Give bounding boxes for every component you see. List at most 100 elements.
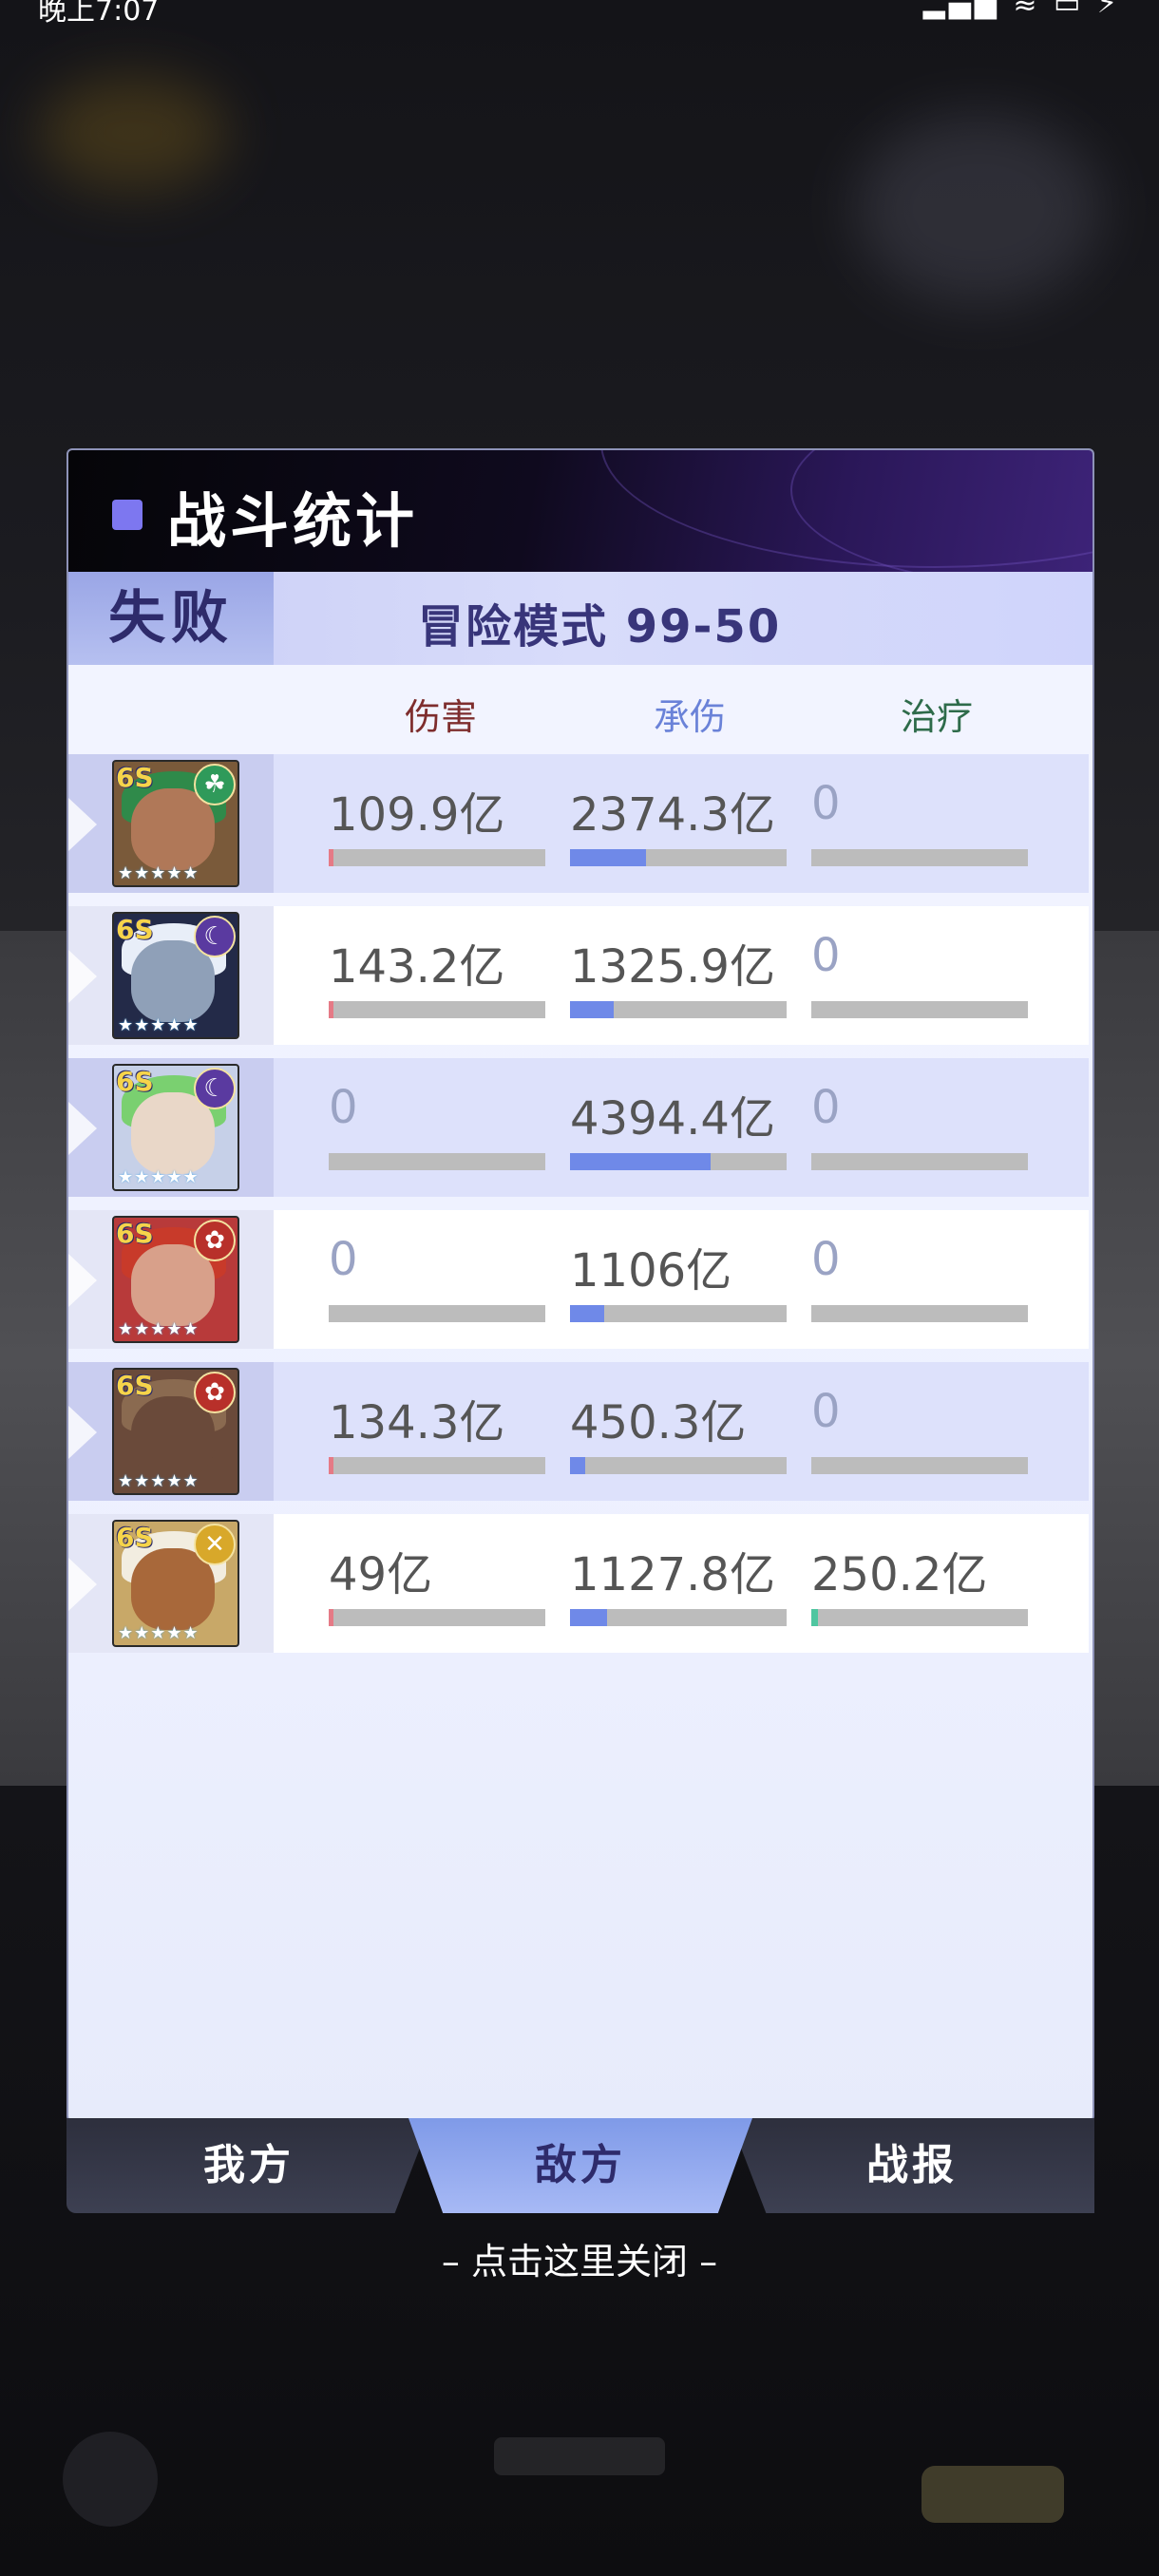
result-bar: 失败 冒险模式 99-50 [68, 572, 1092, 665]
row-arrow-icon [68, 950, 97, 1003]
stat-damage-value: 49亿 [329, 1548, 433, 1601]
hero-stat-row: 6S ☾ ★★★★★ 0 4394.4亿 0 [68, 1058, 1089, 1197]
stat-damage-taken-value: 450.3亿 [570, 1396, 747, 1449]
hero-portrait[interactable]: 6S ✕ ★★★★★ [112, 1520, 239, 1647]
row-arrow-icon [68, 1406, 97, 1459]
faction-dark-icon: ☾ [194, 1068, 236, 1109]
hero-stars: ★★★★★ [118, 863, 200, 883]
stat-damage-taken-bar [570, 1609, 787, 1626]
stat-damage-bar-fill [329, 1001, 333, 1018]
hero-stars: ★★★★★ [118, 1015, 200, 1035]
stat-healing-bar [811, 1305, 1028, 1322]
stat-damage-taken-bar-fill [570, 1609, 607, 1626]
stat-healing-bar [811, 1153, 1028, 1170]
hero-stars: ★★★★★ [118, 1319, 200, 1339]
hero-portrait[interactable]: 6S ☾ ★★★★★ [112, 1064, 239, 1191]
stat-healing-value: 0 [811, 929, 841, 982]
background-glow [855, 114, 1102, 304]
hero-rank: 6S [116, 1066, 154, 1097]
stat-healing-bar [811, 1457, 1028, 1474]
stat-damage-bar [329, 1001, 545, 1018]
panel-header: 战斗统计 [68, 450, 1092, 587]
hero-rank: 6S [116, 1522, 154, 1553]
bottom-tabs: 我方 战报 敌方 [66, 2118, 1094, 2213]
hero-rank: 6S [116, 914, 154, 945]
stage-label: 冒险模式 99-50 [418, 600, 782, 653]
stat-damage-value: 143.2亿 [329, 940, 505, 994]
stat-healing-value: 0 [811, 1233, 841, 1286]
row-arrow-icon [68, 1558, 97, 1611]
stat-damage-bar-fill [329, 849, 333, 866]
hero-stars: ★★★★★ [118, 1167, 200, 1187]
hero-rank: 6S [116, 1218, 154, 1249]
stat-damage-taken-value: 1325.9亿 [570, 940, 775, 994]
faction-dark-icon: ☾ [194, 916, 236, 957]
stat-damage-taken-bar [570, 1305, 787, 1322]
status-icons: ▂▄▆ ≋ ▭ ⚡ [922, 0, 1121, 20]
stat-healing-value: 250.2亿 [811, 1548, 988, 1601]
header-square-icon [112, 500, 142, 530]
portrait-cell: 6S ✿ ★★★★★ [68, 1362, 274, 1501]
column-header-damage-taken: 承伤 [654, 696, 727, 738]
row-arrow-icon [68, 798, 97, 851]
portrait-cell: 6S ☘ ★★★★★ [68, 754, 274, 893]
stat-damage-taken-bar [570, 1153, 787, 1170]
stat-damage-taken-value: 1106亿 [570, 1244, 732, 1297]
hero-stat-row: 6S ✿ ★★★★★ 134.3亿 450.3亿 0 [68, 1362, 1089, 1501]
stat-damage-taken-bar-fill [570, 1457, 585, 1474]
stat-damage-value: 0 [329, 1081, 358, 1134]
stat-damage-bar-fill [329, 1457, 333, 1474]
stat-damage-bar [329, 1457, 545, 1474]
faction-fire-icon: ✿ [194, 1220, 236, 1261]
row-arrow-icon [68, 1254, 97, 1307]
hero-stat-row: 6S ☘ ★★★★★ 109.9亿 2374.3亿 0 [68, 754, 1089, 893]
hero-rank: 6S [116, 1370, 154, 1401]
result-badge: 失败 [68, 572, 274, 665]
tab-enemy-side[interactable]: 敌方 [408, 2118, 752, 2213]
stat-damage-bar-fill [329, 1609, 333, 1626]
faction-fire-icon: ✿ [194, 1372, 236, 1413]
portrait-cell: 6S ☾ ★★★★★ [68, 1058, 274, 1197]
hero-portrait[interactable]: 6S ✿ ★★★★★ [112, 1368, 239, 1495]
background-glow [38, 76, 228, 190]
stat-damage-bar [329, 1609, 545, 1626]
stat-damage-taken-value: 1127.8亿 [570, 1548, 775, 1601]
tab-our-side[interactable]: 我方 [66, 2118, 431, 2213]
stat-damage-taken-bar-fill [570, 849, 646, 866]
stat-damage-taken-bar-fill [570, 1305, 605, 1322]
stat-damage-taken-bar [570, 1457, 787, 1474]
stat-damage-taken-bar-fill [570, 1001, 614, 1018]
hero-stars: ★★★★★ [118, 1623, 200, 1643]
status-bar: 晚上7:07 ▂▄▆ ≋ ▭ ⚡ [0, 0, 1159, 28]
hero-stat-row: 6S ✕ ★★★★★ 49亿 1127.8亿 250.2亿 [68, 1514, 1089, 1653]
background-label [494, 2437, 665, 2475]
hero-portrait[interactable]: 6S ☾ ★★★★★ [112, 912, 239, 1039]
stat-healing-bar [811, 1001, 1028, 1018]
hero-portrait[interactable]: 6S ✿ ★★★★★ [112, 1216, 239, 1343]
portrait-cell: 6S ✿ ★★★★★ [68, 1210, 274, 1349]
stat-damage-taken-value: 2374.3亿 [570, 788, 775, 842]
tab-battle-report[interactable]: 战报 [730, 2118, 1094, 2213]
stat-damage-value: 134.3亿 [329, 1396, 505, 1449]
background-avatar-circle [63, 2432, 158, 2527]
stat-healing-value: 0 [811, 1385, 841, 1438]
portrait-cell: 6S ✕ ★★★★★ [68, 1514, 274, 1653]
hero-rank: 6S [116, 762, 154, 793]
close-hint[interactable]: – 点击这里关闭 – [0, 2232, 1159, 2284]
stat-damage-value: 109.9亿 [329, 788, 505, 842]
stat-healing-bar [811, 1609, 1028, 1626]
hero-stat-row: 6S ☾ ★★★★★ 143.2亿 1325.9亿 0 [68, 906, 1089, 1045]
column-header-damage: 伤害 [405, 696, 478, 738]
hero-portrait[interactable]: 6S ☘ ★★★★★ [112, 760, 239, 887]
stat-healing-bar [811, 849, 1028, 866]
stat-healing-value: 0 [811, 777, 841, 830]
hero-stars: ★★★★★ [118, 1471, 200, 1491]
stat-damage-taken-value: 4394.4亿 [570, 1092, 775, 1146]
stat-healing-bar-fill [811, 1609, 818, 1626]
column-header-healing: 治疗 [901, 696, 974, 738]
status-time: 晚上7:07 [38, 0, 160, 28]
stat-damage-taken-bar [570, 849, 787, 866]
stat-damage-value: 0 [329, 1233, 358, 1286]
stat-damage-taken-bar [570, 1001, 787, 1018]
stat-damage-taken-bar-fill [570, 1153, 712, 1170]
